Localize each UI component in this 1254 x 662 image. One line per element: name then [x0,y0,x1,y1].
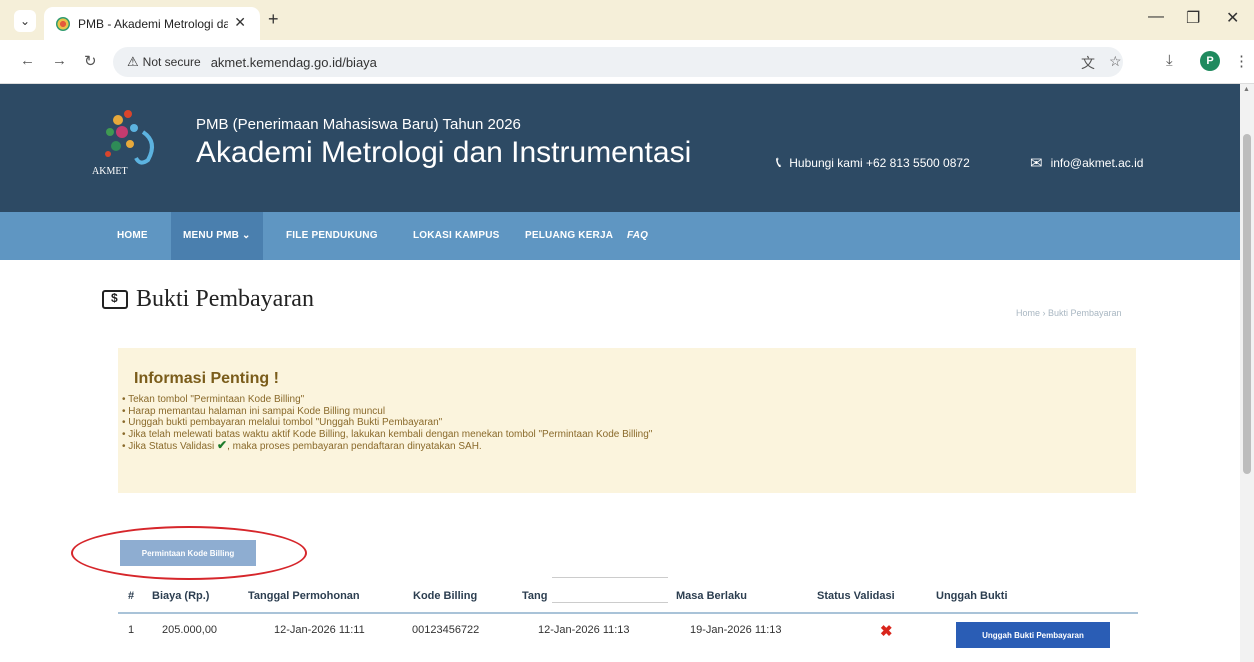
nav-file-pendukung[interactable]: FILE PENDUKUNG [286,212,378,260]
nav-menu-pmb[interactable]: MENU PMB ⌄ [171,212,263,260]
table-header: # [128,590,135,602]
warning-icon[interactable]: ⚠ [127,54,139,70]
table-cell-tanggal: 12-Jan-2026 11:13 [538,624,630,636]
info-item-status-before: Jika Status Validasi [128,441,215,453]
table-cell-kode-billing: 00123456722 [412,624,480,636]
info-item-status-after: , maka proses pembayaran pendaftaran din… [227,441,482,453]
nav-lokasi-kampus[interactable]: LOKASI KAMPUS [413,212,500,260]
forward-arrow-icon[interactable]: → [52,52,67,69]
email-text: info@akmet.ac.id [1050,156,1144,170]
phone-text: Hubungi kami +62 813 5500 0872 [789,155,970,170]
header-title: Akademi Metrologi dan Instrumentasi [196,136,692,169]
download-icon[interactable]: ⤓ [1166,52,1173,69]
table-cell-masa-berlaku: 19-Jan-2026 11:13 [690,624,782,636]
browser-menu-icon[interactable]: ⋮ [1234,52,1249,70]
minimize-button[interactable]: — [1148,8,1164,26]
checkmark-icon: ✔ [217,438,228,453]
upload-payment-proof-button[interactable]: Unggah Bukti Pembayaran [956,622,1110,648]
tab-title: PMB - Akademi Metrologi dan [78,16,228,31]
header-subtitle: PMB (Penerimaan Mahasiswa Baru) Tahun 20… [196,116,521,133]
contact-phone[interactable]: 📞︎ Hubungi kami +62 813 5500 0872 [776,154,970,171]
site-header: AKMET PMB (Penerimaan Mahasiswa Baru) Ta… [0,84,1240,212]
table-header: Tang [522,590,548,602]
info-title: Informasi Penting ! [134,370,279,387]
info-item: Tekan tombol "Permintaan Kode Billing" [122,394,652,406]
money-icon [102,290,128,309]
info-item: Unggah bukti pembayaran melalui tombol "… [122,417,652,429]
profile-avatar[interactable]: P [1200,51,1220,71]
window-close-button[interactable]: ✕ [1226,8,1239,28]
tab-close-icon[interactable]: ✕ [234,14,246,31]
browser-tab-bar: ⌄ PMB - Akademi Metrologi dan ✕ + — ❐ ✕ [0,0,1254,40]
info-item-status: Jika Status Validasi ✔, maka proses pemb… [122,438,652,453]
envelope-icon: ✉ [1030,155,1043,172]
new-tab-button[interactable]: + [268,9,279,30]
contact-email[interactable]: ✉ info@akmet.ac.id [1030,154,1143,172]
table-header: Kode Billing [413,590,478,602]
phone-icon: 📞︎ [776,154,782,171]
reload-icon[interactable]: ↻ [84,52,97,70]
address-bar[interactable]: ⚠ Not secure akmet.kemendag.go.id/biaya … [113,47,1123,77]
overlay-box [552,577,668,603]
table-header: Biaya (Rp.) [152,590,210,602]
translate-icon[interactable]: 文 [1081,53,1095,73]
table-cell-biaya: 205.000,00 [162,624,218,636]
tab-search-dropdown-icon[interactable]: ⌄ [14,10,36,32]
page-scrollbar[interactable]: ▲ [1240,84,1254,662]
nav-home[interactable]: HOME [117,212,148,260]
url-text[interactable]: akmet.kemendag.go.id/biaya [211,55,377,70]
table-header: Unggah Bukti [936,590,1008,602]
info-item: Jika telah melewati batas waktu aktif Ko… [122,429,652,441]
browser-toolbar: ← → ↻ ⚠ Not secure akmet.kemendag.go.id/… [0,40,1254,84]
logo-text: AKMET [92,166,128,177]
table-header: Tanggal Permohonan [248,590,360,602]
nav-peluang-kerja[interactable]: PELUANG KERJA [525,212,613,260]
table-header-divider [118,612,1138,614]
table-cell-no: 1 [128,624,135,636]
site-favicon-icon [56,16,70,31]
scroll-thumb[interactable] [1243,134,1251,474]
restore-button[interactable]: ❐ [1186,8,1200,28]
akmet-logo[interactable] [88,102,184,192]
request-billing-code-button[interactable]: Permintaan Kode Billing [120,540,256,566]
table-header: Masa Berlaku [676,590,747,602]
browser-tab[interactable]: PMB - Akademi Metrologi dan ✕ [44,7,260,40]
table-cell-tanggal-permohonan: 12-Jan-2026 11:11 [274,624,365,636]
page-title-text: Bukti Pembayaran [136,286,314,312]
bookmark-star-icon[interactable]: ☆ [1109,53,1122,70]
back-arrow-icon[interactable]: ← [20,52,35,69]
status-invalid-icon: ✖ [880,623,893,640]
nav-faq[interactable]: FAQ [627,212,648,260]
table-header: Status Validasi [817,590,895,602]
main-nav: HOME MENU PMB ⌄ FILE PENDUKUNG LOKASI KA… [0,212,1240,260]
info-list: Tekan tombol "Permintaan Kode Billing" H… [122,394,652,452]
not-secure-label[interactable]: Not secure [143,55,201,69]
info-box: Informasi Penting ! Tekan tombol "Permin… [118,348,1136,493]
breadcrumb[interactable]: Home › Bukti Pembayaran [1016,308,1122,318]
info-item: Harap memantau halaman ini sampai Kode B… [122,406,652,418]
page-title: Bukti Pembayaran [102,286,314,313]
scroll-up-icon[interactable]: ▲ [1243,86,1250,93]
